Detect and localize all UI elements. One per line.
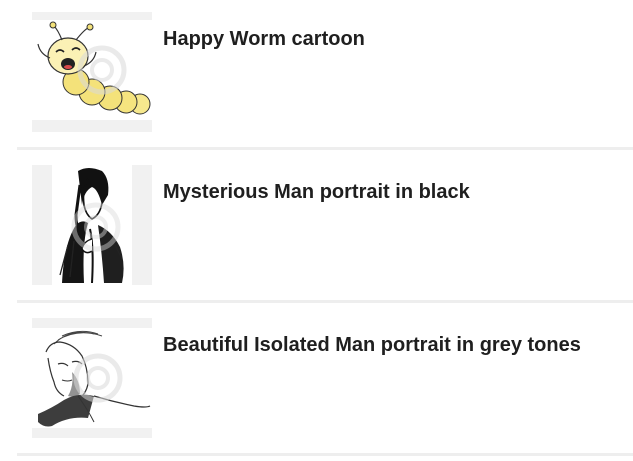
thumbnail-link[interactable]: [32, 165, 152, 285]
results-list: Happy Worm cartoon Mysterious Man portra…: [0, 0, 633, 461]
list-item: Beautiful Isolated Man portrait in grey …: [0, 306, 633, 459]
grey-man-portrait-illustration: [32, 328, 152, 428]
result-title-link[interactable]: Mysterious Man portrait in black: [163, 179, 470, 205]
list-item: Happy Worm cartoon: [0, 0, 633, 153]
divider: [17, 147, 633, 150]
divider: [17, 300, 633, 303]
result-title-link[interactable]: Beautiful Isolated Man portrait in grey …: [163, 332, 581, 358]
divider: [17, 453, 633, 456]
list-item: Mysterious Man portrait in black: [0, 153, 633, 306]
happy-worm-illustration: [32, 20, 152, 120]
thumbnail-link[interactable]: [32, 12, 152, 132]
result-title-link[interactable]: Happy Worm cartoon: [163, 26, 365, 52]
thumbnail-link[interactable]: [32, 318, 152, 438]
mysterious-man-illustration: [52, 165, 132, 285]
